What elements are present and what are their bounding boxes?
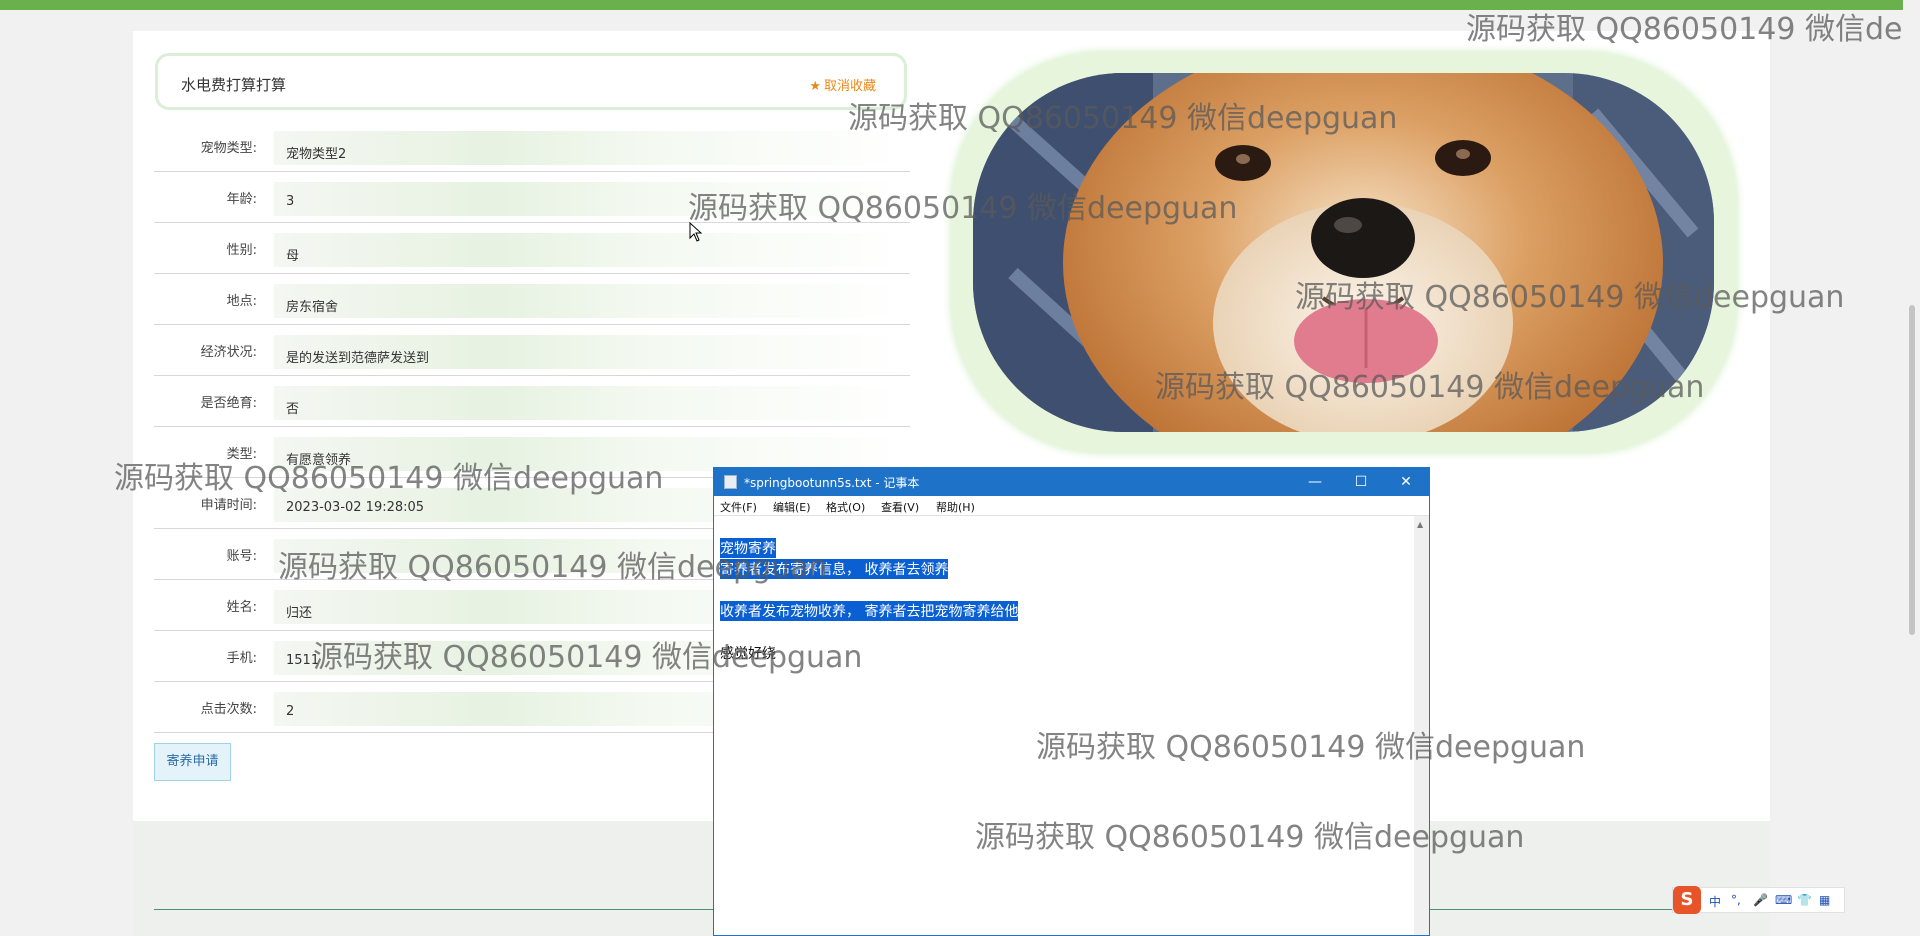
detail-label: 性别:	[226, 243, 257, 258]
detail-label: 账号:	[226, 549, 257, 564]
maximize-button[interactable]: ☐	[1338, 468, 1384, 496]
grid-icon[interactable]: ▦	[1819, 893, 1830, 907]
detail-value: 宠物类型2	[274, 131, 904, 165]
ime-punctuation[interactable]: °,	[1731, 893, 1741, 907]
keyboard-icon[interactable]: ⌨	[1775, 893, 1792, 907]
detail-label: 手机:	[226, 651, 257, 666]
notepad-title: *springbootunn5s.txt - 记事本	[744, 476, 920, 490]
text-line: 寄养者发布寄养信息， 收养者去领养	[720, 559, 949, 579]
detail-row-gender: 性别: 母	[154, 223, 910, 274]
detail-row-economy: 经济状况: 是的发送到范德萨发送到	[154, 325, 910, 376]
menu-format[interactable]: 格式(O)	[826, 499, 865, 515]
notepad-menubar: 文件(F) 编辑(E) 格式(O) 查看(V) 帮助(H)	[714, 496, 1429, 516]
detail-label: 经济状况:	[200, 345, 257, 360]
shiba-dog-image	[973, 73, 1714, 432]
detail-value: 房东宿舍	[274, 284, 904, 318]
microphone-icon[interactable]: 🎤	[1753, 893, 1768, 907]
detail-value: 有愿意领养	[274, 437, 904, 471]
notepad-text-area[interactable]: 宠物寄养 寄养者发布寄养信息， 收养者去领养 收养者发布宠物收养， 寄养者去把宠…	[716, 518, 1416, 935]
pet-photo	[973, 73, 1714, 432]
detail-label: 姓名:	[226, 600, 257, 615]
detail-label: 点击次数:	[200, 702, 257, 717]
notepad-scrollbar[interactable]: ▲	[1414, 516, 1429, 935]
menu-edit[interactable]: 编辑(E)	[773, 499, 811, 515]
text-line: 感觉好绕	[720, 646, 776, 662]
skin-icon[interactable]: 👕	[1797, 893, 1812, 907]
detail-label: 类型:	[226, 447, 257, 462]
menu-help[interactable]: 帮助(H)	[936, 499, 975, 515]
page-scrollbar[interactable]	[1903, 0, 1920, 936]
text-line: 宠物寄养	[720, 538, 776, 558]
detail-row-location: 地点: 房东宿舍	[154, 274, 910, 325]
mouse-cursor-icon	[689, 222, 703, 242]
detail-row-age: 年龄: 3	[154, 172, 910, 223]
detail-label: 地点:	[226, 294, 257, 309]
ime-toolbar[interactable]: S 中 °, 🎤 ⌨ 👕 ▦	[1672, 886, 1845, 914]
detail-label: 年龄:	[226, 192, 257, 207]
sogou-logo-icon[interactable]: S	[1673, 886, 1701, 914]
minimize-button[interactable]: —	[1292, 468, 1338, 496]
detail-label: 宠物类型:	[200, 141, 257, 156]
notepad-window[interactable]: *springbootunn5s.txt - 记事本 — ☐ ✕ 文件(F) 编…	[713, 467, 1430, 936]
menu-file[interactable]: 文件(F)	[720, 499, 757, 515]
page-title: 水电费打算打算	[181, 76, 287, 94]
notepad-titlebar[interactable]: *springbootunn5s.txt - 记事本 — ☐ ✕	[714, 468, 1429, 496]
detail-value: 是的发送到范德萨发送到	[274, 335, 904, 369]
unfavorite-label: 取消收藏	[823, 79, 876, 94]
detail-value: 3	[274, 182, 904, 216]
star-icon: ★	[809, 79, 821, 94]
text-line: 收养者发布宠物收养， 寄养者去把宠物寄养给他	[720, 601, 1019, 621]
scroll-up-icon[interactable]: ▲	[1417, 520, 1423, 529]
pet-title-box: 水电费打算打算 ★ 取消收藏	[155, 53, 907, 110]
pet-photo-frame	[952, 53, 1736, 452]
detail-row-pet-type: 宠物类型: 宠物类型2	[154, 121, 910, 172]
ime-chinese-mode[interactable]: 中	[1709, 893, 1721, 910]
foster-apply-button[interactable]: 寄养申请	[154, 743, 231, 781]
detail-row-neutered: 是否绝育: 否	[154, 376, 910, 427]
scrollbar-thumb[interactable]	[1909, 305, 1915, 635]
unfavorite-button[interactable]: ★ 取消收藏	[809, 75, 876, 94]
detail-value: 否	[274, 386, 904, 420]
notepad-app-icon	[724, 475, 737, 489]
detail-label: 是否绝育:	[200, 396, 257, 411]
menu-view[interactable]: 查看(V)	[881, 499, 919, 515]
close-button[interactable]: ✕	[1383, 468, 1429, 496]
detail-value: 母	[274, 233, 904, 267]
detail-label: 申请时间:	[200, 498, 257, 513]
top-accent-bar	[0, 0, 1920, 10]
